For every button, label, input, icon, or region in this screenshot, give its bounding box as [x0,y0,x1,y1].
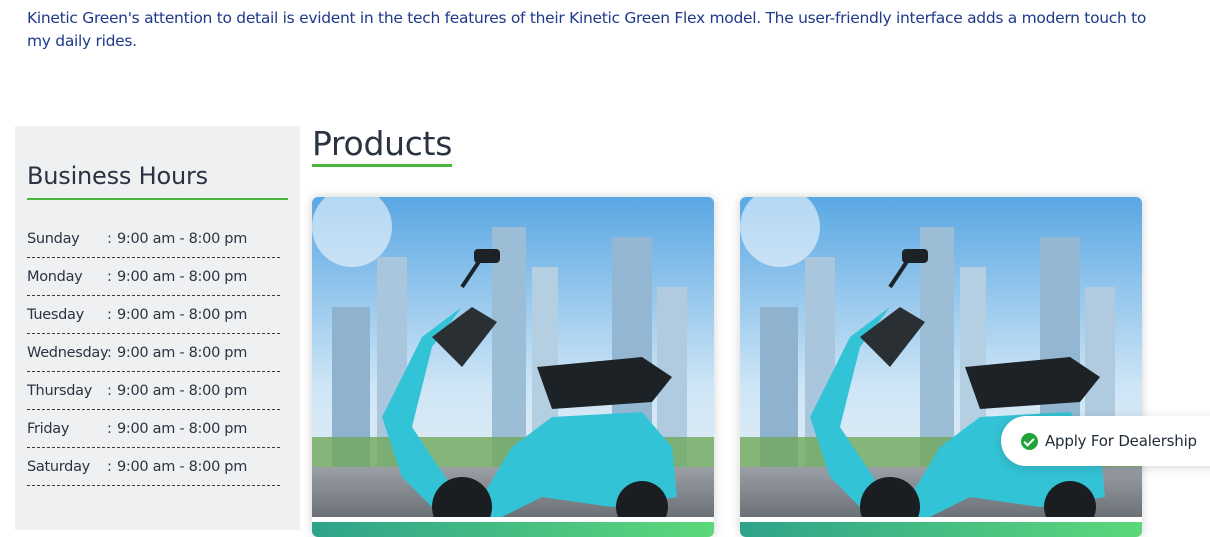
hours-separator: : [107,382,112,399]
scooter-product-image[interactable] [740,197,1142,517]
review-text: Kinetic Green's attention to detail is e… [27,9,1147,50]
business-hours-panel: Business Hours Sunday : 9:00 am - 8:00 p… [15,126,300,530]
hours-day: Tuesday [27,306,84,323]
hours-row: Tuesday : 9:00 am - 8:00 pm [27,296,280,334]
check-circle-icon [1021,432,1038,450]
hours-row: Sunday : 9:00 am - 8:00 pm [27,220,280,258]
hours-time: 9:00 am - 8:00 pm [117,268,248,285]
product-card[interactable] [312,197,714,537]
hours-separator: : [107,344,112,361]
hours-separator: : [107,268,112,285]
hours-separator: : [107,458,112,475]
business-hours-list: Sunday : 9:00 am - 8:00 pm Monday : 9:00… [27,220,280,486]
hours-time: 9:00 am - 8:00 pm [117,230,248,247]
hours-time: 9:00 am - 8:00 pm [117,382,248,399]
product-card[interactable] [740,197,1142,537]
scooter-product-image[interactable] [312,197,714,517]
hours-row: Saturday : 9:00 am - 8:00 pm [27,448,280,486]
hours-row: Thursday : 9:00 am - 8:00 pm [27,372,280,410]
apply-dealership-label: Apply For Dealership [1045,432,1197,450]
hours-row: Friday : 9:00 am - 8:00 pm [27,410,280,448]
business-hours-title: Business Hours [27,162,288,200]
hours-time: 9:00 am - 8:00 pm [117,420,248,437]
apply-dealership-button[interactable]: Apply For Dealership [1001,416,1210,466]
hours-day: Thursday [27,382,93,399]
hours-time: 9:00 am - 8:00 pm [117,344,248,361]
hours-separator: : [107,306,112,323]
products-title: Products [312,124,452,167]
hours-time: 9:00 am - 8:00 pm [117,306,248,323]
hours-separator: : [107,420,112,437]
hours-row: Wednesday : 9:00 am - 8:00 pm [27,334,280,372]
hours-day: Friday [27,420,70,437]
hours-time: 9:00 am - 8:00 pm [117,458,248,475]
hours-day: Sunday [27,230,80,247]
hours-day: Monday [27,268,83,285]
hours-separator: : [107,230,112,247]
hours-day: Saturday [27,458,90,475]
hours-row: Monday : 9:00 am - 8:00 pm [27,258,280,296]
hours-day: Wednesday [27,344,109,361]
